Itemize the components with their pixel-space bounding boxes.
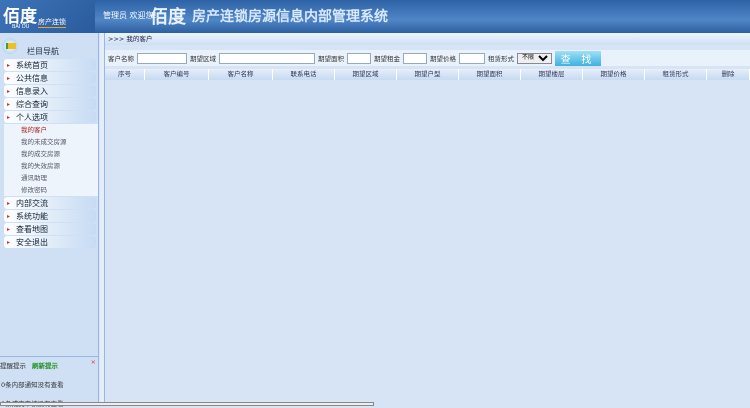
menu-item[interactable]: ▸ 安全退出 xyxy=(4,236,96,248)
area-input[interactable] xyxy=(219,52,315,64)
submenu-item[interactable]: 我的成交房源 xyxy=(4,148,98,160)
size-input[interactable] xyxy=(347,52,371,64)
nav-header: 栏目导航 xyxy=(0,33,98,58)
main-panel: >>> 我的客户 客户名称 期望区域 期望面积 期望租金 期望价格 租赁形式 不… xyxy=(105,33,750,406)
nav-title: 栏目导航 xyxy=(27,47,59,56)
brand-name: 佰度 xyxy=(150,7,186,28)
column-header[interactable]: 租赁形式 xyxy=(645,69,707,80)
column-header[interactable]: 客户名称 xyxy=(209,69,273,80)
refresh-tips-link[interactable]: 刷新提示 xyxy=(32,360,58,370)
label-rent: 期望租金 xyxy=(374,55,400,63)
menu-item[interactable]: ▸ 个人选项 xyxy=(4,111,96,123)
table-header: 序号 客户编号 客户名称 联系电话 期望区域 期望户型 期望面积 期望楼层 期望价格 租赁形式 删除 xyxy=(105,69,750,80)
label-lease: 租赁形式 xyxy=(488,55,514,63)
label-area: 期望区域 xyxy=(190,55,216,63)
menu-item[interactable]: ▸ 系统功能 xyxy=(4,210,96,222)
tips-panel: 提醒提示刷新提示× 0条内部通知没有查看 0条成交审核没有查看 xyxy=(0,356,99,408)
logo: 佰度 BAI DU 房产连锁 xyxy=(0,0,95,33)
menu-item[interactable]: ▸ 内部交流 xyxy=(4,197,96,209)
tips-title: 提醒提示 xyxy=(0,362,26,370)
menu-item[interactable]: ▸ 信息录入 xyxy=(4,85,96,97)
menu-item-label: 信息录入 xyxy=(16,86,49,96)
label-price: 期望价格 xyxy=(430,55,456,63)
arrow-icon: ▸ xyxy=(7,238,11,246)
menu-item[interactable]: ▸ 系统首页 xyxy=(4,59,96,71)
arrow-icon: ▸ xyxy=(7,100,11,108)
menu-item-label: 综合查询 xyxy=(16,99,49,109)
menu-item[interactable]: ▸ 综合查询 xyxy=(4,98,96,110)
label-size: 期望面积 xyxy=(318,55,344,63)
column-header[interactable]: 期望面积 xyxy=(459,69,521,80)
submenu-item[interactable]: 我的客户 xyxy=(4,124,98,136)
header: 佰度 BAI DU 房产连锁 管理员 欢迎您! 佰度 房产连锁房源信息内部管理系… xyxy=(0,0,750,33)
column-header[interactable]: 期望户型 xyxy=(397,69,459,80)
submenu-item[interactable]: 修改密码 xyxy=(4,184,98,196)
menu-item-label: 系统首页 xyxy=(16,60,49,70)
column-header[interactable]: 期望区域 xyxy=(335,69,397,80)
sidebar: 栏目导航 ▸ 系统首页 ▸ 公共信息 ▸ 信息录入 ▸ 综合查询 ▸ 个人选项 我的客户 我的未成交… xyxy=(0,33,99,406)
rent-input[interactable] xyxy=(403,52,427,64)
menu-item-label: 查看地图 xyxy=(16,224,49,234)
menu-item-label: 安全退出 xyxy=(16,237,49,247)
menu-item-label: 系统功能 xyxy=(16,211,49,221)
column-header[interactable]: 客户编号 xyxy=(145,69,209,80)
search-button[interactable]: 查 找 xyxy=(555,50,601,66)
submenu-item[interactable]: 我的失效房源 xyxy=(4,160,98,172)
logo-en: BAI DU xyxy=(12,24,30,30)
arrow-icon: ▸ xyxy=(7,61,11,69)
welcome-text: 管理员 欢迎您! xyxy=(103,11,157,20)
arrow-icon: ▸ xyxy=(7,74,11,82)
menu-item-label: 内部交流 xyxy=(16,198,49,208)
submenu-item[interactable]: 我的未成交房源 xyxy=(4,136,98,148)
menu-item-label: 公共信息 xyxy=(16,73,49,83)
breadcrumb: >>> 我的客户 xyxy=(105,33,750,45)
arrow-icon: ▸ xyxy=(7,87,11,95)
status-bar xyxy=(0,402,374,406)
price-input[interactable] xyxy=(459,52,485,64)
menu-item-label: 个人选项 xyxy=(16,112,49,122)
nav-logo-icon xyxy=(2,38,18,54)
column-header[interactable]: 期望楼层 xyxy=(521,69,583,80)
column-header[interactable]: 期望价格 xyxy=(583,69,645,80)
arrow-icon: ▸ xyxy=(7,225,11,233)
system-title: 房产连锁房源信息内部管理系统 xyxy=(192,9,388,25)
arrow-icon: ▸ xyxy=(7,199,11,207)
customer-name-input[interactable] xyxy=(137,52,187,64)
label-name: 客户名称 xyxy=(108,55,134,63)
column-header[interactable]: 序号 xyxy=(105,69,145,80)
menu-item[interactable]: ▸ 公共信息 xyxy=(4,72,96,84)
column-header[interactable]: 删除 xyxy=(707,69,750,80)
lease-select[interactable]: 不限 xyxy=(517,52,552,64)
filter-bar: 客户名称 期望区域 期望面积 期望租金 期望价格 租赁形式 不限 查 找 xyxy=(105,50,750,66)
column-header[interactable]: 联系电话 xyxy=(273,69,335,80)
logo-sub: 房产连锁 xyxy=(38,18,66,28)
close-icon[interactable]: × xyxy=(91,358,96,366)
notice-count[interactable]: 0条内部通知没有查看 xyxy=(0,379,99,389)
menu-item[interactable]: ▸ 查看地图 xyxy=(4,223,96,235)
arrow-icon: ▸ xyxy=(7,212,11,220)
submenu-item[interactable]: 通讯助理 xyxy=(4,172,98,184)
arrow-icon: ▸ xyxy=(7,113,11,121)
